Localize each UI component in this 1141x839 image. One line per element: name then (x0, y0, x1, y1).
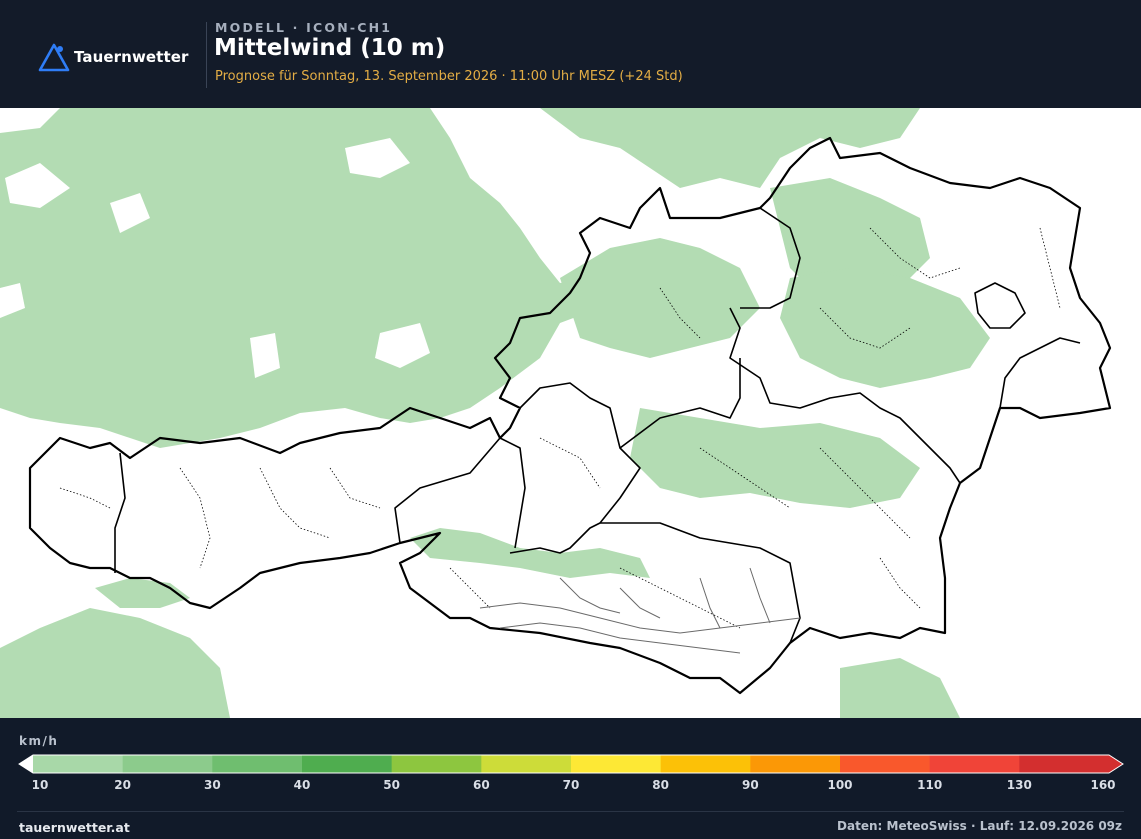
legend-tick-label: 70 (562, 778, 580, 792)
footer-divider (17, 811, 1124, 812)
colorbar-segment (571, 755, 662, 773)
colorbar-segment (391, 755, 482, 773)
wind-area-upper-austria (560, 238, 760, 358)
wind-field-layer (0, 108, 990, 718)
colorbar-segment (33, 755, 124, 773)
wind-map[interactable] (0, 108, 1141, 718)
colorbar-segment (481, 755, 572, 773)
colorbar-over-arrow (1109, 755, 1123, 773)
legend-tick-label: 110 (917, 778, 943, 792)
wind-area-germany (0, 108, 600, 448)
data-source: Daten: MeteoSwiss · Lauf: 12.09.2026 09z (837, 819, 1122, 833)
colorbar-segment (660, 755, 751, 773)
colorbar-segment (212, 755, 303, 773)
wind-area-north-strip (540, 108, 920, 188)
page-title: Mittelwind (10 m) (214, 35, 446, 61)
brand-logo[interactable]: Tauernwetter (38, 42, 189, 72)
legend-tick-label: 40 (293, 778, 311, 792)
header-divider (206, 22, 207, 88)
colorbar-segment (840, 755, 931, 773)
legend-tick-label: 160 (1090, 778, 1116, 792)
map-canvas (0, 108, 1112, 718)
river-lines (479, 567, 801, 654)
legend-tick-label: 80 (652, 778, 670, 792)
legend-tick-label: 10 (31, 778, 49, 792)
mountain-triangle-icon (38, 43, 70, 72)
colorbar-segment (750, 755, 841, 773)
colorbar-segment (1019, 755, 1110, 773)
wind-area-southeast (840, 658, 960, 718)
site-name[interactable]: tauernwetter.at (19, 820, 130, 835)
legend-tick-label: 60 (472, 778, 490, 792)
forecast-time: Prognose für Sonntag, 13. September 2026… (215, 69, 683, 84)
legend-tick-label: 100 (827, 778, 853, 792)
legend-unit: km/h (19, 734, 59, 748)
legend-tick-label: 90 (741, 778, 759, 792)
colorbar-segment (302, 755, 393, 773)
legend-tick-label: 20 (114, 778, 132, 792)
brand-name: Tauernwetter (74, 48, 189, 66)
legend-tick-label: 130 (1006, 778, 1032, 792)
wind-area-southwest (0, 608, 230, 718)
header-bar: Tauernwetter MODELL · ICON-CH1 Mittelwin… (0, 0, 1141, 108)
wind-area-lower-austria (780, 268, 990, 388)
colorbar-under-arrow (19, 755, 33, 773)
colorbar (18, 754, 1124, 774)
wind-area-styria (630, 408, 920, 508)
colorbar-segment (122, 755, 213, 773)
legend-tick-label: 50 (383, 778, 401, 792)
legend-tick-label: 30 (203, 778, 221, 792)
colorbar-segment (929, 755, 1020, 773)
model-label: MODELL · ICON-CH1 (215, 20, 393, 35)
legend-panel: km/h 10 20 30 40 50 60 70 80 90 100 110 130 160 taue… (0, 718, 1141, 839)
wind-area-carinthia-north (410, 528, 650, 578)
